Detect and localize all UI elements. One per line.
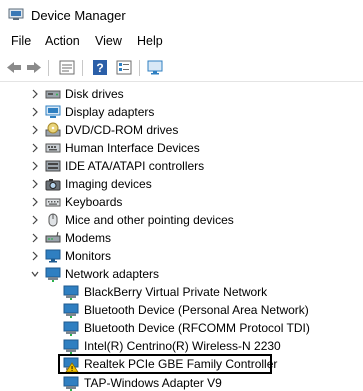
tree-item-label: Human Interface Devices <box>65 141 200 155</box>
tree-item-dvd-cd-rom-drives[interactable]: DVD/CD-ROM drives <box>0 121 363 139</box>
tree-item-disk-drives[interactable]: Disk drives <box>0 85 363 103</box>
tree-item-label: Network adapters <box>65 267 160 281</box>
network-adapter-icon <box>63 339 79 354</box>
tree-item-imaging-devices[interactable]: Imaging devices <box>0 175 363 193</box>
tree-item-label: Mice and other pointing devices <box>65 213 234 227</box>
chevron-right-icon[interactable] <box>30 124 40 136</box>
tree-item-label: Disk drives <box>65 87 124 101</box>
svg-text:?: ? <box>96 61 103 75</box>
details-icon[interactable] <box>115 59 133 76</box>
menu-action[interactable]: Action <box>45 34 80 48</box>
network-adapter-icon <box>63 321 79 336</box>
tree-item-label: TAP-Windows Adapter V9 <box>84 376 222 390</box>
monitor-icon[interactable] <box>146 59 164 76</box>
chevron-right-icon[interactable] <box>30 196 40 208</box>
network-adapter-icon <box>63 376 79 391</box>
tree-item-label: Bluetooth Device (RFCOMM Protocol TDI) <box>84 321 310 335</box>
chevron-right-icon[interactable] <box>30 88 40 100</box>
chevron-right-icon[interactable] <box>30 142 40 154</box>
menu-view[interactable]: View <box>95 34 122 48</box>
tree-item-network-adapters[interactable]: Network adapters <box>0 265 363 283</box>
disk-drive-icon <box>45 90 61 99</box>
tree-item-label: Display adapters <box>65 105 155 119</box>
tree-item-label: BlackBerry Virtual Private Network <box>84 285 268 299</box>
camera-icon <box>45 179 61 191</box>
tree-item-label: Intel(R) Centrino(R) Wireless-N 2230 <box>84 339 281 353</box>
chevron-right-icon[interactable] <box>30 250 40 262</box>
tree-item-label: Monitors <box>65 249 112 263</box>
network-adapter-icon <box>63 303 79 318</box>
network-adapter-item[interactable]: TAP-Windows Adapter V9 <box>0 374 363 391</box>
network-adapter-item[interactable]: Intel(R) Centrino(R) Wireless-N 2230 <box>0 337 363 355</box>
menu-bar: File Action View Help <box>0 31 363 53</box>
tree-item-label: Modems <box>65 231 112 245</box>
back-icon[interactable] <box>5 59 23 76</box>
chevron-right-icon[interactable] <box>30 214 40 226</box>
network-adapter-icon <box>63 285 79 300</box>
tree-item-display-adapters[interactable]: Display adapters <box>0 103 363 121</box>
title-bar: Device Manager <box>0 0 363 31</box>
tree-item-label: DVD/CD-ROM drives <box>65 123 179 137</box>
toolbar-separator <box>139 60 140 76</box>
network-adapter-item-selected[interactable]: Realtek PCIe GBE Family Controller <box>0 354 363 374</box>
network-adapter-item[interactable]: Bluetooth Device (Personal Area Network) <box>0 301 363 319</box>
tree-item-monitors[interactable]: Monitors <box>0 247 363 265</box>
network-adapter-icon <box>45 267 61 282</box>
display-adapter-icon <box>45 105 61 118</box>
device-manager-icon <box>8 8 24 20</box>
toolbar-separator <box>82 60 83 76</box>
properties-icon[interactable] <box>58 59 76 76</box>
tree-item-mice[interactable]: Mice and other pointing devices <box>0 211 363 229</box>
forward-icon[interactable] <box>25 59 43 76</box>
chevron-right-icon[interactable] <box>30 106 40 118</box>
device-tree: Disk drives Display adapters DVD/CD-ROM … <box>0 82 363 391</box>
tree-item-modems[interactable]: Modems <box>0 229 363 247</box>
dvd-drive-icon <box>45 122 61 137</box>
tree-item-ide-ata-atapi-controllers[interactable]: IDE ATA/ATAPI controllers <box>0 157 363 175</box>
menu-file[interactable]: File <box>11 34 31 48</box>
tree-item-label: Imaging devices <box>65 177 152 191</box>
chevron-right-icon[interactable] <box>30 232 40 244</box>
toolbar-separator <box>48 60 49 76</box>
window-title: Device Manager <box>31 8 126 23</box>
hid-icon <box>45 143 61 153</box>
network-adapter-warning-icon <box>63 357 79 372</box>
menu-help[interactable]: Help <box>137 34 163 48</box>
keyboard-icon <box>45 198 61 207</box>
ide-controller-icon <box>45 160 61 172</box>
modem-icon <box>45 231 61 243</box>
tree-item-label: Keyboards <box>65 195 123 209</box>
tree-item-human-interface-devices[interactable]: Human Interface Devices <box>0 139 363 157</box>
toolbar: ? <box>0 55 363 82</box>
tree-item-label: Bluetooth Device (Personal Area Network) <box>84 303 309 317</box>
chevron-right-icon[interactable] <box>30 178 40 190</box>
tree-item-keyboards[interactable]: Keyboards <box>0 193 363 211</box>
network-adapter-item[interactable]: Bluetooth Device (RFCOMM Protocol TDI) <box>0 319 363 337</box>
network-adapter-item[interactable]: BlackBerry Virtual Private Network <box>0 283 363 301</box>
help-icon[interactable]: ? <box>91 59 109 76</box>
mouse-icon <box>48 213 58 227</box>
monitor-icon <box>45 249 61 263</box>
tree-item-label: IDE ATA/ATAPI controllers <box>65 159 205 173</box>
chevron-right-icon[interactable] <box>30 160 40 172</box>
tree-item-label: Realtek PCIe GBE Family Controller <box>84 357 278 371</box>
chevron-down-icon[interactable] <box>30 268 40 280</box>
